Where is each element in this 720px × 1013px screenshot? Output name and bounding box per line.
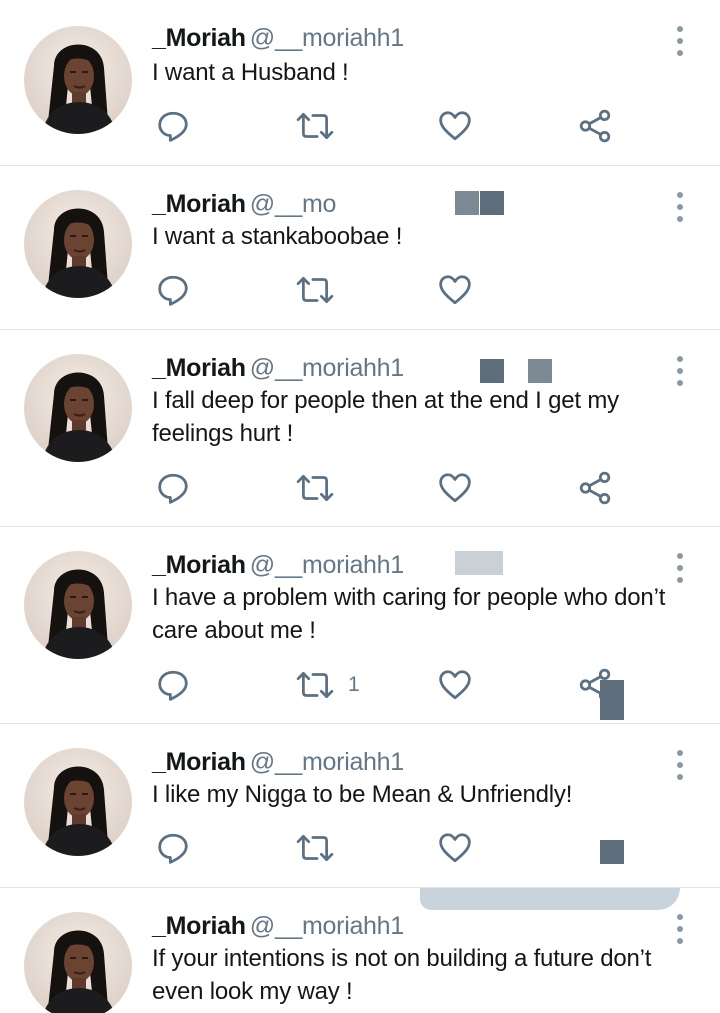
redaction-patch <box>455 191 479 215</box>
redaction-patch <box>600 840 624 864</box>
tweet-header: _Moriah @__moriahh1 <box>152 746 404 778</box>
display-name[interactable]: _Moriah <box>152 24 246 52</box>
heart-icon <box>438 109 472 143</box>
like-button[interactable] <box>438 270 472 310</box>
retweet-button[interactable] <box>296 468 348 508</box>
tweet-actions <box>152 828 632 868</box>
speech-bubble-icon <box>156 109 190 143</box>
reply-button[interactable] <box>156 106 190 146</box>
redaction-patch <box>600 680 624 720</box>
speech-bubble-icon <box>156 831 190 865</box>
display-name[interactable]: _Moriah <box>152 748 246 776</box>
share-nodes-icon <box>578 109 612 143</box>
more-options-icon[interactable] <box>668 192 692 222</box>
tweet-feed: _Moriah @__moriahh1 I want a Husband ! _M… <box>0 0 720 1013</box>
more-options-icon[interactable] <box>668 553 692 583</box>
more-options-icon[interactable] <box>668 750 692 780</box>
share-nodes-icon <box>578 471 612 505</box>
reply-button[interactable] <box>156 270 190 310</box>
display-name[interactable]: _Moriah <box>152 354 246 382</box>
more-options-icon[interactable] <box>668 356 692 386</box>
tweet-actions <box>152 270 632 310</box>
more-options-icon[interactable] <box>668 26 692 56</box>
tweet-item[interactable]: _Moriah @__mo I want a stankaboobae ! <box>0 166 720 330</box>
user-handle[interactable]: @__moriahh1 <box>250 354 404 382</box>
avatar[interactable] <box>24 551 132 659</box>
retweet-button[interactable] <box>296 828 348 868</box>
retweet-arrows-icon <box>296 109 334 143</box>
user-handle[interactable]: @__moriahh1 <box>250 912 404 940</box>
speech-bubble-icon <box>156 471 190 505</box>
user-handle[interactable]: @__moriahh1 <box>250 748 404 776</box>
retweet-arrows-icon <box>296 831 334 865</box>
user-handle[interactable]: @__moriahh1 <box>250 551 404 579</box>
tweet-header: _Moriah @__moriahh1 <box>152 910 404 942</box>
redaction-patch <box>480 359 504 383</box>
tweet-text: I want a stankaboobae ! <box>152 223 403 250</box>
reply-button[interactable] <box>156 468 190 508</box>
display-name[interactable]: _Moriah <box>152 912 246 940</box>
avatar[interactable] <box>24 912 132 1013</box>
tweet-text: I fall deep for people then at the end I… <box>152 387 619 447</box>
share-button[interactable] <box>578 468 612 508</box>
share-button[interactable] <box>578 106 612 146</box>
like-button[interactable] <box>438 468 472 508</box>
speech-bubble-icon <box>156 273 190 307</box>
heart-icon <box>438 668 472 702</box>
tweet-actions <box>152 468 632 508</box>
more-options-icon[interactable] <box>668 914 692 944</box>
retweet-arrows-icon <box>296 668 334 702</box>
redaction-patch <box>480 191 504 215</box>
avatar[interactable] <box>24 748 132 856</box>
tweet-actions: 1 <box>152 665 632 705</box>
heart-icon <box>438 831 472 865</box>
like-button[interactable] <box>438 665 472 705</box>
tweet-actions <box>152 106 632 146</box>
retweet-button[interactable]: 1 <box>296 665 360 705</box>
redaction-patch <box>528 359 552 383</box>
avatar[interactable] <box>24 354 132 462</box>
display-name[interactable]: _Moriah <box>152 190 246 218</box>
retweet-button[interactable] <box>296 106 348 146</box>
redaction-patch <box>455 551 503 575</box>
like-button[interactable] <box>438 828 472 868</box>
retweet-arrows-icon <box>296 471 334 505</box>
display-name[interactable]: _Moriah <box>152 551 246 579</box>
tweet-text: I have a problem with caring for people … <box>152 584 666 644</box>
like-button[interactable] <box>438 106 472 146</box>
reply-button[interactable] <box>156 665 190 705</box>
tweet-item[interactable]: _Moriah @__moriahh1 I want a Husband ! <box>0 0 720 166</box>
user-handle[interactable]: @__mo <box>250 190 337 218</box>
user-handle[interactable]: @__moriahh1 <box>250 24 404 52</box>
heart-icon <box>438 471 472 505</box>
tweet-text: I like my Nigga to be Mean & Unfriendly! <box>152 781 573 808</box>
tweet-header: _Moriah @__moriahh1 <box>152 352 404 384</box>
retweet-count: 1 <box>348 673 360 696</box>
tweet-item[interactable]: _Moriah @__moriahh1 I fall deep for peopl… <box>0 330 720 527</box>
tweet-text: If your intentions is not on building a … <box>152 945 652 1005</box>
tweet-header: _Moriah @__moriahh1 <box>152 22 404 54</box>
retweet-button[interactable] <box>296 270 348 310</box>
reply-button[interactable] <box>156 828 190 868</box>
speech-bubble-icon <box>156 668 190 702</box>
heart-icon <box>438 273 472 307</box>
tweet-header: _Moriah @__mo <box>152 188 336 220</box>
redaction-patch <box>420 888 680 910</box>
tweet-header: _Moriah @__moriahh1 <box>152 549 404 581</box>
tweet-text: I want a Husband ! <box>152 59 349 86</box>
avatar[interactable] <box>24 26 132 134</box>
avatar[interactable] <box>24 190 132 298</box>
retweet-arrows-icon <box>296 273 334 307</box>
